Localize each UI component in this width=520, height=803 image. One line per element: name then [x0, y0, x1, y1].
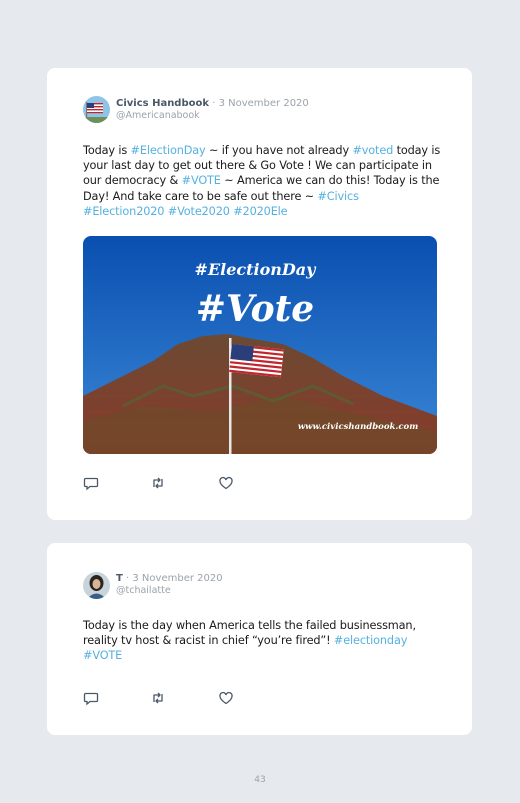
tweet-actions — [83, 690, 283, 706]
like-icon[interactable] — [218, 690, 234, 706]
tweet-date[interactable]: 3 November 2020 — [132, 573, 222, 584]
tweet-text: Today is #ElectionDay ~ if you have not … — [83, 143, 443, 219]
like-icon[interactable] — [218, 475, 234, 491]
retweet-icon[interactable] — [150, 690, 166, 706]
author-name[interactable]: Civics Handbook — [116, 98, 209, 109]
hashtag-link[interactable]: #VOTE — [182, 174, 221, 187]
avatar[interactable] — [83, 96, 110, 123]
reply-icon[interactable] — [83, 475, 99, 491]
tweet-card: Civics Handbook · 3 November 2020 @Ameri… — [47, 68, 472, 520]
page-number: 43 — [254, 775, 266, 785]
media-watermark: www.civicshandbook.com — [298, 422, 418, 432]
tweet-date[interactable]: 3 November 2020 — [219, 98, 309, 109]
avatar[interactable] — [83, 572, 110, 599]
tweet-card: T · 3 November 2020 @tchailatte Today is… — [47, 543, 472, 735]
author-handle[interactable]: @tchailatte — [116, 585, 223, 597]
tweet-text: Today is the day when America tells the … — [83, 618, 443, 664]
tweet-media-image[interactable]: #ElectionDay #Vote www.civicshandbook.co… — [83, 236, 437, 454]
tweet-actions — [83, 475, 283, 491]
text-part: Today is — [83, 144, 131, 157]
separator: · — [212, 98, 216, 109]
retweet-icon[interactable] — [150, 475, 166, 491]
author-name[interactable]: T — [116, 573, 123, 584]
tweet-header: Civics Handbook · 3 November 2020 @Ameri… — [116, 98, 309, 122]
media-caption-electionday: #ElectionDay — [195, 260, 318, 279]
reply-icon[interactable] — [83, 690, 99, 706]
media-caption-vote: #Vote — [196, 288, 314, 330]
hashtag-link[interactable]: #voted — [352, 144, 393, 157]
separator: · — [126, 573, 130, 584]
author-handle[interactable]: @Americanabook — [116, 110, 309, 122]
text-part: ~ if you have not already — [205, 144, 353, 157]
hashtag-link[interactable]: #ElectionDay — [131, 144, 206, 157]
tweet-header: T · 3 November 2020 @tchailatte — [116, 573, 223, 597]
